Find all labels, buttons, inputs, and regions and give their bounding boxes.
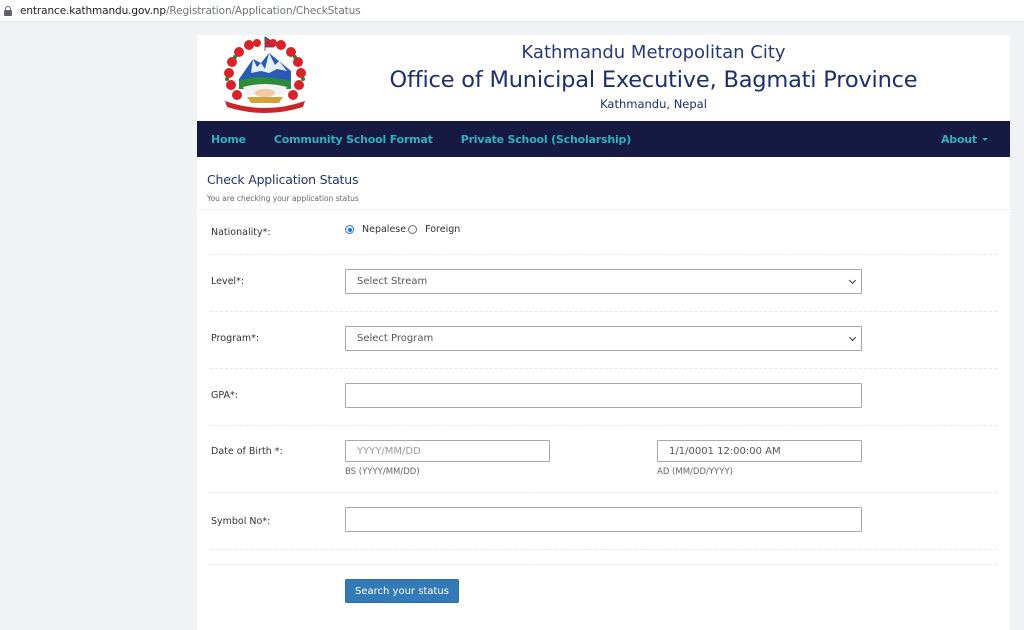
url-host: entrance.kathmandu.gov.np [20,4,166,17]
lock-icon [4,6,12,16]
city-title: Kathmandu Metropolitan City [521,42,786,63]
page-container: Kathmandu Metropolitan City Office of Mu… [197,35,1010,630]
main-navbar: Home Community School Format Private Sch… [197,121,1010,157]
header-titles: Kathmandu Metropolitan City Office of Mu… [297,41,1010,112]
chevron-down-icon [848,333,857,341]
page-title: Check Application Status [207,172,359,187]
symbol-label: Symbol No*: [211,516,271,527]
gpa-row: GPA*: [210,369,997,426]
chevron-down-icon [848,276,857,284]
dob-bs-placeholder: YYYY/MM/DD [357,445,421,457]
nationality-label: Nationality*: [211,227,271,238]
program-row: Program*: Select Program [210,312,997,369]
symbol-row: Symbol No*: [210,493,997,550]
url-text[interactable]: entrance.kathmandu.gov.np/Registration/A… [20,5,361,17]
submit-row: Search your status [210,565,997,605]
dob-label: Date of Birth *: [211,446,283,457]
search-status-button[interactable]: Search your status [345,579,459,603]
page-subtitle: You are checking your application status [207,194,359,203]
caret-down-icon [982,138,988,141]
radio-foreign[interactable] [408,225,418,234]
radio-foreign-label[interactable]: Foreign [425,224,460,235]
dob-ad-value: 1/1/0001 12:00:00 AM [669,445,781,457]
browser-address-bar[interactable]: entrance.kathmandu.gov.np/Registration/A… [0,0,1024,22]
nav-about-label: About [940,132,977,146]
location-text: Kathmandu, Nepal [600,97,707,111]
level-row: Level*: Select Stream [210,255,997,312]
dob-ad-hint: AD (MM/DD/YYYY) [657,467,733,477]
nationality-row: Nationality*: Nepalese Foreign [210,210,997,255]
level-select-value: Select Stream [357,276,428,287]
url-path: /Registration/Application/CheckStatus [165,4,361,17]
gpa-input[interactable] [345,383,862,408]
symbol-input[interactable] [345,507,862,532]
program-label: Program*: [211,333,260,344]
nav-community-school-format[interactable]: Community School Format [260,133,447,146]
radio-nepalese[interactable] [345,225,354,234]
level-select[interactable]: Select Stream [345,269,862,294]
dob-bs-input[interactable]: YYYY/MM/DD [345,440,550,462]
gpa-label: GPA*: [211,390,238,401]
program-select-value: Select Program [357,333,434,344]
radio-nepalese-label[interactable]: Nepalese [362,224,406,235]
spacer-row [210,550,997,565]
dob-bs-hint: BS (YYYY/MM/DD) [345,467,420,477]
dob-ad-input[interactable]: 1/1/0001 12:00:00 AM [657,440,862,462]
office-title: Office of Municipal Executive, Bagmati P… [389,67,918,93]
site-header: Kathmandu Metropolitan City Office of Mu… [197,35,1010,121]
nav-about-dropdown[interactable]: About [927,133,1010,146]
nav-home[interactable]: Home [197,133,260,146]
level-label: Level*: [211,276,245,287]
dob-ad-group: 1/1/0001 12:00:00 AM AD (MM/DD/YYYY) [657,440,862,477]
dob-row: Date of Birth *: YYYY/MM/DD BS (YYYY/MM/… [210,426,997,493]
card-header: Check Application Status You are checkin… [197,157,1010,210]
nationality-radio-group: Nepalese Foreign [345,224,460,235]
dob-bs-group: YYYY/MM/DD BS (YYYY/MM/DD) [345,440,550,477]
program-select[interactable]: Select Program [345,326,862,351]
nav-private-school-scholarship[interactable]: Private School (Scholarship) [447,133,645,146]
check-status-form: Nationality*: Nepalese Foreign Level*: S… [210,210,997,605]
